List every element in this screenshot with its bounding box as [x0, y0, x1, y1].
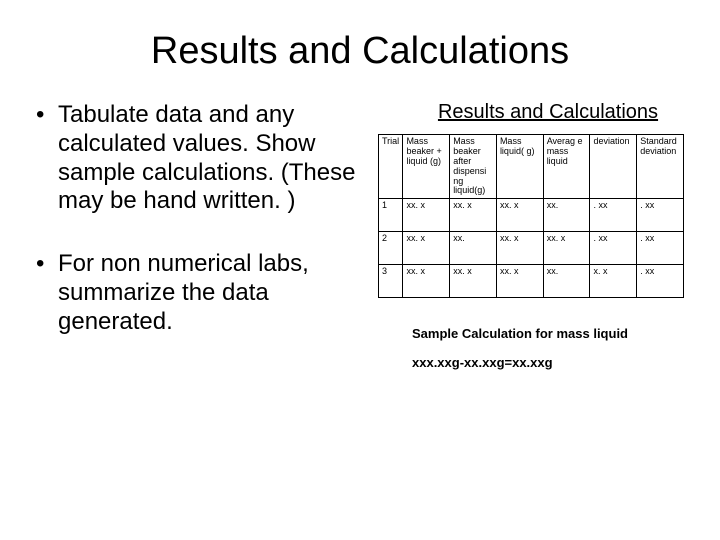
th-trial: Trial [379, 135, 403, 199]
cell: 1 [379, 199, 403, 232]
table-header-row: Trial Mass beaker + liquid (g) Mass beak… [379, 135, 684, 199]
table-row: 1 xx. x xx. x xx. x xx. . xx . xx [379, 199, 684, 232]
table-row: 2 xx. x xx. xx. x xx. x . xx . xx [379, 232, 684, 265]
th-deviation: deviation [590, 135, 637, 199]
table-row: 3 xx. x xx. x xx. x xx. x. x . xx [379, 265, 684, 298]
cell: xx. x [496, 265, 543, 298]
right-column: Results and Calculations Trial Mass beak… [378, 101, 684, 371]
cell: xx. x [543, 232, 590, 265]
cell: xx. x [403, 265, 450, 298]
th-mass-beaker-after: Mass beaker after dispensi ng liquid(g) [450, 135, 497, 199]
cell: xx. x [450, 199, 497, 232]
th-avg-mass: Averag e mass liquid [543, 135, 590, 199]
cell: xx. [543, 199, 590, 232]
th-mass-liquid: Mass liquid( g) [496, 135, 543, 199]
cell: . xx [637, 265, 684, 298]
cell: xx. [450, 232, 497, 265]
cell: . xx [590, 232, 637, 265]
th-std-deviation: Standard deviation [637, 135, 684, 199]
cell: 2 [379, 232, 403, 265]
slide-title: Results and Calculations [36, 30, 684, 73]
cell: . xx [637, 199, 684, 232]
cell: xx. x [496, 232, 543, 265]
sample-calc-heading: Sample Calculation for mass liquid [412, 326, 684, 341]
cell: xx. x [496, 199, 543, 232]
cell: xx. x [403, 232, 450, 265]
slide: Results and Calculations Tabulate data a… [0, 0, 720, 540]
table-heading: Results and Calculations [412, 101, 684, 124]
content-columns: Tabulate data and any calculated values.… [36, 101, 684, 371]
results-table: Trial Mass beaker + liquid (g) Mass beak… [378, 134, 684, 298]
cell: . xx [590, 199, 637, 232]
cell: 3 [379, 265, 403, 298]
bullet-item-2: For non numerical labs, summarize the da… [36, 250, 366, 336]
cell: x. x [590, 265, 637, 298]
th-mass-beaker-liquid: Mass beaker + liquid (g) [403, 135, 450, 199]
sample-calculation: Sample Calculation for mass liquid xxx.x… [412, 326, 684, 370]
cell: xx. x [403, 199, 450, 232]
cell: . xx [637, 232, 684, 265]
bullet-item-1: Tabulate data and any calculated values.… [36, 101, 366, 216]
cell: xx. x [450, 265, 497, 298]
sample-calc-formula: xxx.xxg-xx.xxg=xx.xxg [412, 355, 684, 370]
cell: xx. [543, 265, 590, 298]
bullet-list: Tabulate data and any calculated values.… [36, 101, 366, 337]
left-column: Tabulate data and any calculated values.… [36, 101, 366, 371]
